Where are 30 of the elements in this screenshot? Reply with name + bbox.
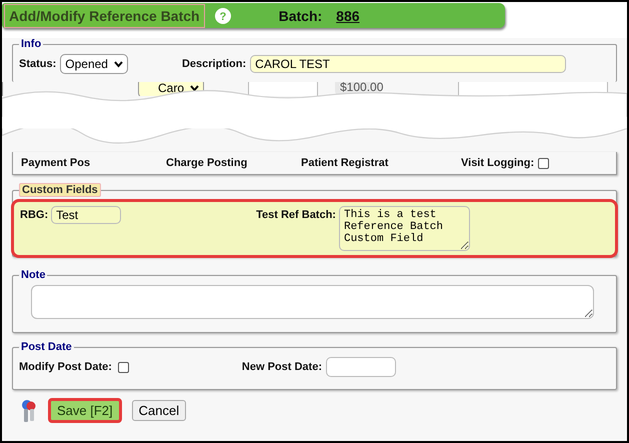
caret-icon bbox=[114, 60, 123, 68]
batch-label: Batch: bbox=[278, 8, 322, 24]
status-select[interactable]: Opened bbox=[60, 54, 128, 74]
note-field[interactable] bbox=[31, 285, 594, 319]
keys-icon bbox=[20, 398, 38, 422]
field-label: RBG: bbox=[20, 209, 48, 221]
info-legend: Info bbox=[19, 38, 44, 50]
flag-label: Charge Posting bbox=[166, 157, 248, 169]
description-field[interactable]: CAROL TEST bbox=[250, 55, 566, 73]
flag-label: Payment Pos bbox=[21, 157, 90, 169]
batch-number-link[interactable]: 886 bbox=[336, 8, 360, 24]
rbg-field[interactable]: Test bbox=[51, 206, 122, 224]
caret-icon bbox=[190, 84, 199, 92]
custom-fields-legend: Custom Fields bbox=[19, 183, 101, 197]
page-title: Add/Modify Reference Batch bbox=[4, 4, 205, 28]
flag-label: Patient Registrat bbox=[301, 157, 388, 169]
status-label: Status: bbox=[19, 58, 56, 70]
visit-logging-checkbox[interactable] bbox=[538, 158, 550, 168]
cancel-button[interactable]: Cancel bbox=[132, 400, 186, 421]
field-label: Test Ref Batch: bbox=[256, 209, 336, 221]
modify-post-date-label: Modify Post Date: bbox=[19, 361, 112, 373]
modify-post-date-checkbox[interactable] bbox=[118, 362, 129, 372]
note-legend: Note bbox=[19, 269, 48, 281]
new-post-date-field[interactable] bbox=[326, 357, 396, 377]
new-post-date-label: New Post Date: bbox=[242, 361, 322, 373]
save-button[interactable]: Save [F2] bbox=[48, 398, 122, 423]
test-ref-batch-field[interactable]: This is a test Reference Batch Custom Field bbox=[338, 206, 470, 251]
post-date-legend: Post Date bbox=[19, 341, 74, 353]
description-label: Description: bbox=[182, 58, 246, 70]
flag-label: Visit Logging: bbox=[461, 157, 534, 169]
